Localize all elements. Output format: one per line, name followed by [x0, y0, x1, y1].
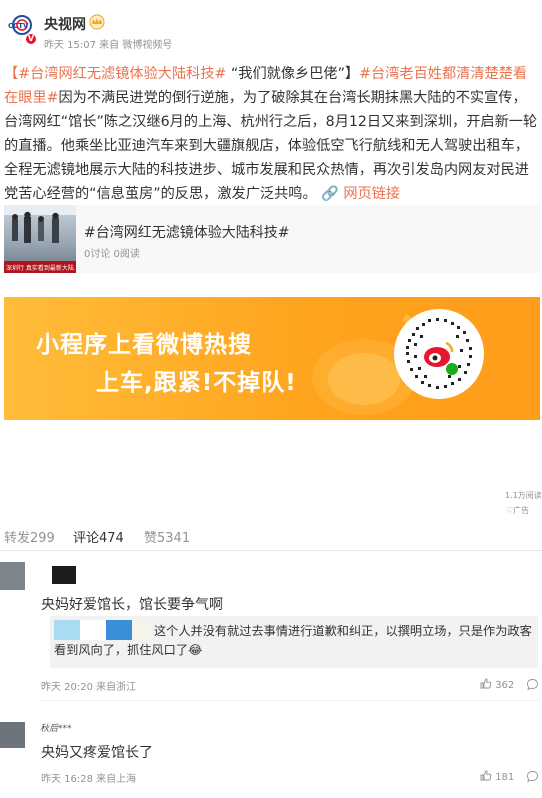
reply-text: 这个人并没有就过去事情进行道歉和纠正，以撰明立场，只是作为政客看到风向了，抓住风…	[54, 622, 534, 660]
card-title[interactable]: #台湾网红无滤镜体验大陆科技#	[84, 222, 289, 242]
video-card[interactable]: 深圳行 真实看到最新大陆 #台湾网红无滤镜体验大陆科技# 0讨论 0阅读	[4, 205, 540, 273]
commenter-name[interactable]: 秋后***	[40, 721, 72, 734]
ad-label[interactable]: ♡广告	[506, 505, 529, 516]
reply-button[interactable]	[526, 676, 539, 691]
commenter-name[interactable]	[52, 566, 76, 584]
thumbs-up-icon	[480, 678, 492, 689]
comment-like-button[interactable]: 181	[480, 770, 514, 783]
tab-like[interactable]: 赞5341	[144, 527, 190, 546]
comment-meta: 昨天 16:28 来自上海	[41, 774, 137, 785]
svg-text:CCTV: CCTV	[8, 22, 29, 30]
comment-bubble-icon	[527, 771, 538, 783]
avatar[interactable]	[0, 722, 25, 748]
promo-banner[interactable]: 小程序上看微博热搜 上车,跟紧!不掉队!	[4, 297, 540, 420]
ad-read-count: 1.1万阅读	[505, 491, 542, 500]
post-meta: 昨天 15:07 来自 微博视频号	[44, 40, 173, 51]
web-link-label: 网页链接	[343, 186, 401, 202]
tab-forward[interactable]: 转发299	[4, 527, 55, 546]
thumbnail-caption: 深圳行 真实看到最新大陆	[6, 265, 74, 272]
comment-meta: 昨天 20:20 来自浙江	[41, 682, 137, 693]
reply-content: 这个人并没有就过去事情进行道歉和纠正，以撰明立场，只是作为政客看到风向了，抓住风…	[54, 624, 532, 657]
comment-bubble-icon	[527, 679, 538, 691]
link-icon: 🔗	[321, 186, 339, 202]
comment-reply-box[interactable]: 这个人并没有就过去事情进行道歉和纠正，以撰明立场，只是作为政客看到风向了，抓住风…	[50, 616, 538, 668]
divider	[40, 700, 540, 701]
like-count: 181	[495, 772, 515, 783]
comment-text: 央妈又疼爱馆长了	[41, 745, 153, 761]
laugh-emoji-icon: 😂	[188, 643, 203, 657]
like-count: 362	[495, 680, 515, 691]
comment-text: 央妈好爱馆长，馆长要争气啊	[41, 597, 223, 613]
author-name[interactable]: 央视网	[44, 14, 86, 34]
divider	[0, 550, 542, 551]
topic-link[interactable]: 【#台湾网红无滤镜体验大陆科技#	[4, 66, 226, 82]
mini-program-code-icon[interactable]	[394, 309, 484, 399]
thumbs-up-icon	[480, 770, 492, 781]
avatar[interactable]	[0, 562, 25, 590]
tab-comment[interactable]: 评论474	[73, 527, 124, 546]
reply-button[interactable]	[526, 768, 539, 783]
card-stats: 0讨论 0阅读	[84, 249, 140, 260]
banner-subline: 上车,跟紧!不掉队!	[96, 370, 297, 396]
post-text: 【#台湾网红无滤镜体验大陆科技# “我们就像乡巴佬”】#台湾老百姓都清清楚楚看在…	[4, 62, 540, 206]
post-body: 因为不满民进党的倒行逆施，为了破除其在台湾长期抹黑大陆的不实宣传，台湾网红“馆长…	[4, 90, 538, 202]
comment-like-button[interactable]: 362	[480, 678, 514, 691]
post-quote: “我们就像乡巴佬”】	[226, 66, 360, 82]
web-link[interactable]: 🔗 网页链接	[321, 186, 400, 202]
banner-headline: 小程序上看微博热搜	[36, 332, 252, 358]
crown-badge-icon	[88, 14, 106, 30]
verified-badge-icon: V	[26, 34, 36, 44]
video-thumbnail[interactable]: 深圳行 真实看到最新大陆	[4, 205, 76, 273]
